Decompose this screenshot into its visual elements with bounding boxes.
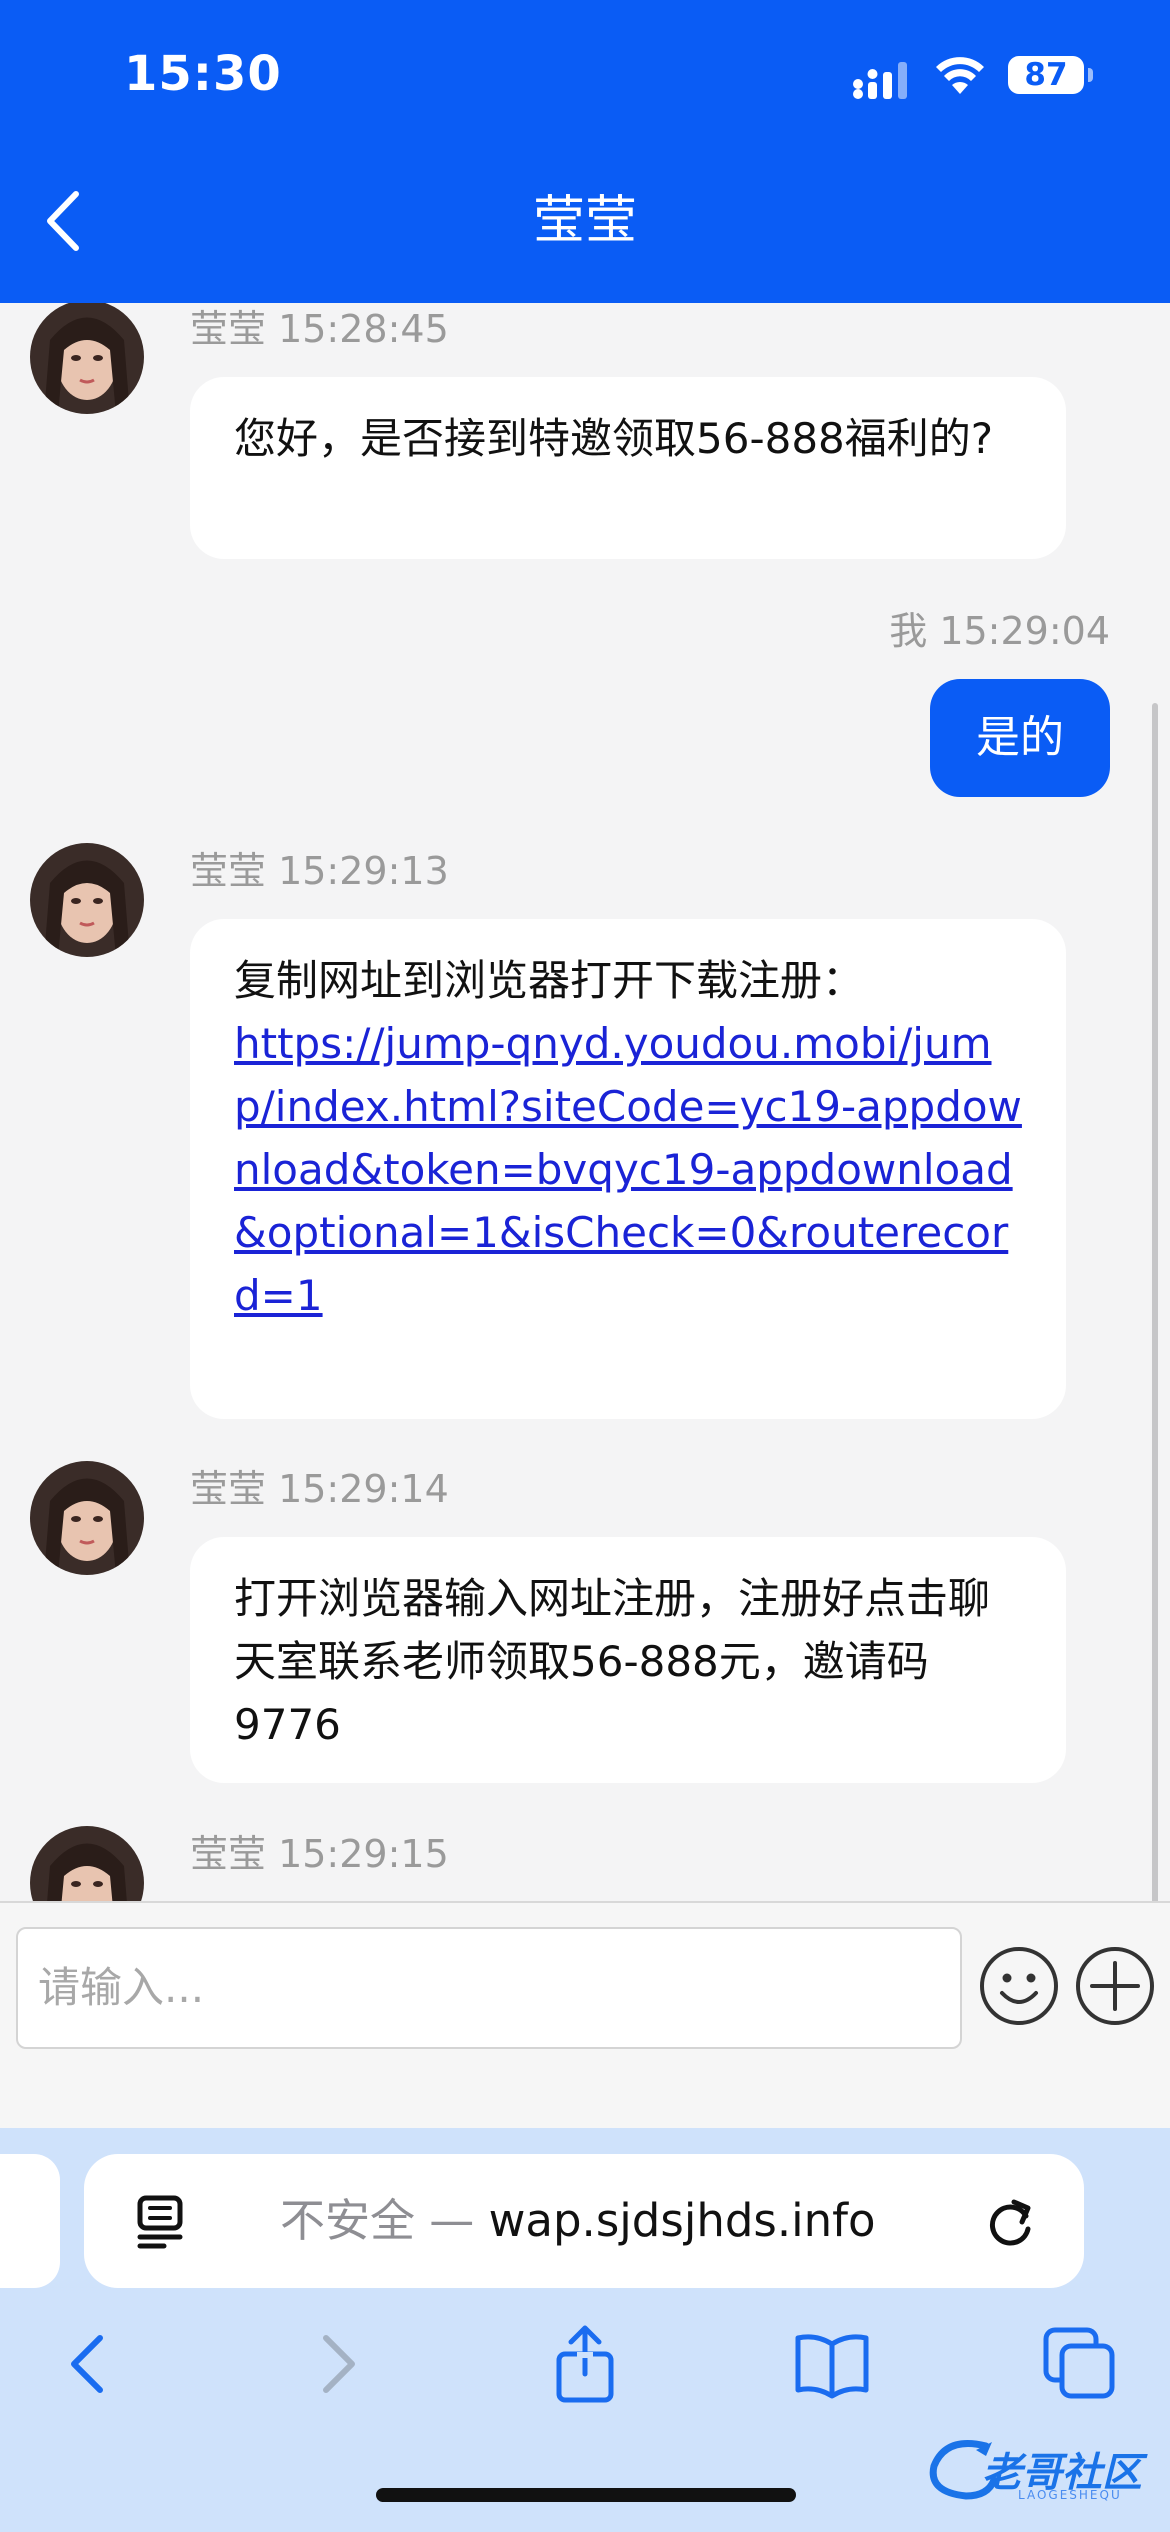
message-input[interactable]: 请输入...: [16, 1927, 962, 2049]
message-text: 复制网址到浏览器打开下载注册：: [234, 956, 865, 1005]
chat-messages[interactable]: 莹莹 15:28:45 您好，是否接到特邀领取56-888福利的? 我 15:2…: [0, 303, 1170, 1901]
my-message-bubble: 是的: [930, 679, 1110, 797]
message-link[interactable]: https://jump-qnyd.youdou.mobi/jump/index…: [234, 1012, 1022, 1327]
reload-icon[interactable]: [984, 2196, 1038, 2250]
battery-tip: [1088, 68, 1093, 82]
message-input-bar: 请输入...: [0, 1901, 1170, 2130]
status-time: 15:30: [124, 46, 282, 102]
bookmarks-icon[interactable]: [792, 2324, 872, 2404]
watermark-logo: 老哥社区 LAOGESHEQU: [926, 2436, 1156, 2506]
battery-indicator: 87: [1008, 56, 1084, 94]
contact-avatar[interactable]: [30, 843, 144, 957]
contact-avatar[interactable]: [30, 1826, 144, 1901]
message-meta: 我 15:29:04: [889, 609, 1110, 653]
contact-avatar[interactable]: [30, 303, 144, 414]
scrollbar[interactable]: [1152, 703, 1158, 1901]
message-meta: 莹莹 15:29:13: [190, 849, 449, 893]
emoji-button[interactable]: [978, 1945, 1060, 2027]
browser-back-icon[interactable]: [48, 2324, 128, 2404]
page-menu-icon[interactable]: [134, 2194, 194, 2250]
watermark-subtext: LAOGESHEQU: [1018, 2488, 1122, 2502]
plus-button[interactable]: [1074, 1945, 1156, 2027]
previous-tab-preview[interactable]: [0, 2154, 60, 2288]
message-bubble: 复制网址到浏览器打开下载注册： https://jump-qnyd.youdou…: [190, 919, 1066, 1419]
message-text: 打开浏览器输入网址注册，注册好点击聊天室联系老师领取56-888元，邀请码977…: [234, 1574, 991, 1749]
message-bubble: 您好，是否接到特邀领取56-888福利的?: [190, 377, 1066, 559]
tabs-icon[interactable]: [1040, 2324, 1120, 2404]
message-meta: 莹莹 15:28:45: [190, 307, 449, 351]
cellular-signal-icon: [853, 62, 907, 99]
address-bar[interactable]: 不安全 — wap.sjdsjhds.info: [84, 2154, 1084, 2288]
message-meta: 莹莹 15:29:15: [190, 1832, 449, 1876]
url-domain: wap.sjdsjhds.info: [488, 2194, 876, 2247]
wifi-icon: [936, 57, 984, 94]
app-header: 15:30 87 莹莹: [0, 0, 1170, 303]
message-meta: 莹莹 15:29:14: [190, 1467, 449, 1511]
message-text: 您好，是否接到特邀领取56-888福利的?: [234, 414, 994, 463]
contact-avatar[interactable]: [30, 1461, 144, 1575]
url-display[interactable]: 不安全 — wap.sjdsjhds.info: [280, 2154, 876, 2288]
chat-title: 莹莹: [532, 191, 637, 251]
message-bubble: 打开浏览器输入网址注册，注册好点击聊天室联系老师领取56-888元，邀请码977…: [190, 1537, 1066, 1783]
browser-forward-icon[interactable]: [298, 2324, 378, 2404]
home-indicator[interactable]: [376, 2488, 796, 2502]
insecure-label: 不安全 —: [280, 2194, 489, 2247]
share-icon[interactable]: [545, 2324, 625, 2404]
